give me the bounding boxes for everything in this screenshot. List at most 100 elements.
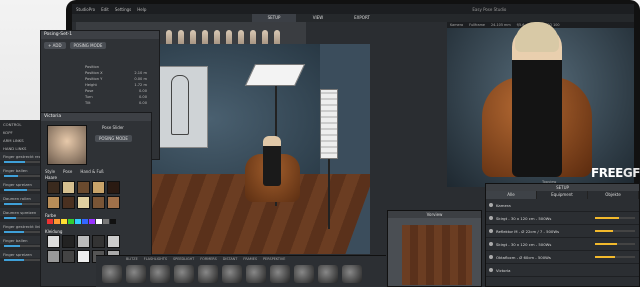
hair-option[interactable] [92, 181, 105, 194]
equipment-item[interactable] [342, 265, 362, 283]
equipment-item[interactable] [126, 265, 146, 283]
render-view[interactable]: Kamera Fullframe 24-105 mm f/5.6 1/250 I… [447, 22, 634, 187]
object-row[interactable]: Oktaflocm - Ø 60cm - 500Ws [486, 251, 639, 264]
add-button[interactable]: + ADD [44, 42, 66, 49]
mode-setup[interactable]: SETUP [252, 14, 296, 22]
control-slider[interactable] [4, 189, 43, 191]
eye-icon[interactable] [489, 216, 493, 220]
color-swatch[interactable] [110, 219, 116, 224]
top-view-panel[interactable]: Vorview [387, 210, 482, 287]
param-value[interactable]: 0.00 [139, 101, 147, 105]
tab-objects[interactable]: Objekte [588, 191, 639, 199]
equipment-tab[interactable]: BLITZE [126, 257, 138, 261]
equipment-item[interactable] [150, 265, 170, 283]
equipment-item[interactable] [198, 265, 218, 283]
mode-view[interactable]: VIEW [296, 14, 340, 22]
equipment-tab[interactable]: FORMERS [200, 257, 217, 261]
equipment-tab[interactable]: FLASHLIGHTS [144, 257, 167, 261]
param-value[interactable]: 2.10 m [134, 71, 147, 75]
tab-style[interactable]: Style [45, 169, 55, 174]
tab-all[interactable]: Alle [486, 191, 537, 199]
equipment-item[interactable] [174, 265, 194, 283]
param-value[interactable]: 1.72 m [134, 83, 147, 87]
hair-option[interactable] [77, 196, 90, 209]
object-row[interactable]: Victoria [486, 264, 639, 277]
clothing-option[interactable] [77, 235, 90, 248]
eye-icon[interactable] [489, 255, 493, 259]
menu-item-settings[interactable]: Settings [115, 7, 131, 12]
menu-item-edit[interactable]: Edit [101, 7, 109, 12]
clothing-option[interactable] [47, 235, 60, 248]
clothing-option[interactable] [92, 235, 105, 248]
object-row[interactable]: Reflektor M - Ø 22cm / 7 - 500Ws [486, 225, 639, 238]
clothing-option[interactable] [77, 250, 90, 263]
hair-option[interactable] [62, 196, 75, 209]
mode-export[interactable]: EXPORT [340, 14, 384, 22]
control-slider[interactable] [4, 203, 43, 205]
color-swatch[interactable] [82, 219, 88, 224]
menu-item-help[interactable]: Help [137, 7, 146, 12]
tab-equipment[interactable]: Equipment [537, 191, 588, 199]
equipment-item[interactable] [102, 265, 122, 283]
color-swatch[interactable] [54, 219, 60, 224]
hair-option[interactable] [107, 181, 120, 194]
control-slider[interactable] [4, 217, 43, 219]
pose-slider-label[interactable]: Pose Slider [93, 125, 133, 130]
color-swatch[interactable] [103, 219, 109, 224]
control-slider[interactable] [4, 161, 43, 163]
equipment-tab[interactable]: FRAMES [243, 257, 257, 261]
eye-icon[interactable] [489, 268, 493, 272]
tab-hand-foot[interactable]: Hand & Fuß [80, 169, 103, 174]
intensity-slider[interactable] [595, 230, 635, 232]
floor-plan[interactable] [402, 225, 472, 285]
hair-option[interactable] [62, 181, 75, 194]
hair-option[interactable] [92, 196, 105, 209]
hair-option[interactable] [47, 181, 60, 194]
hair-option[interactable] [47, 196, 60, 209]
object-row[interactable]: Skirgt - 30 x 120 cm - 500Ws [486, 238, 639, 251]
eye-icon[interactable] [489, 229, 493, 233]
color-swatch[interactable] [89, 219, 95, 224]
control-slider[interactable] [4, 175, 43, 177]
hair-option[interactable] [107, 196, 120, 209]
pose-skeleton-panel[interactable] [152, 66, 208, 148]
softbox-light[interactable] [244, 64, 306, 86]
color-swatch[interactable] [68, 219, 74, 224]
posing-mode-button[interactable]: POSING MODE [69, 42, 107, 49]
intensity-slider[interactable] [595, 243, 635, 245]
param-value[interactable]: 0.00 [139, 95, 147, 99]
equipment-tab[interactable]: SPEEDLIGHT [173, 257, 194, 261]
equipment-item[interactable] [270, 265, 290, 283]
equipment-item[interactable] [294, 265, 314, 283]
equipment-tab[interactable]: DISTANT [223, 257, 238, 261]
equipment-item[interactable] [318, 265, 338, 283]
eye-icon[interactable] [489, 203, 493, 207]
clothing-option[interactable] [107, 235, 120, 248]
color-swatch[interactable] [47, 219, 53, 224]
model-figure[interactable] [263, 136, 281, 186]
tab-pose[interactable]: Pose [63, 169, 72, 174]
equipment-tab[interactable]: PERSPEKTIVE [263, 257, 285, 261]
color-swatch[interactable] [75, 219, 81, 224]
clothing-option[interactable] [47, 250, 60, 263]
intensity-slider[interactable] [595, 217, 635, 219]
eye-icon[interactable] [489, 242, 493, 246]
object-row[interactable]: Skirgt - 30 x 120 cm - 500Ws [486, 212, 639, 225]
equipment-item[interactable] [246, 265, 266, 283]
control-slider[interactable] [4, 245, 43, 247]
control-slider[interactable] [4, 231, 43, 233]
clothing-option[interactable] [62, 250, 75, 263]
intensity-slider[interactable] [595, 256, 635, 258]
param-value[interactable]: 0.00 [139, 89, 147, 93]
color-swatch[interactable] [61, 219, 67, 224]
param-value[interactable]: 0.00 m [134, 77, 147, 81]
posing-mode-button[interactable]: POSING MODE [95, 135, 132, 142]
control-slider[interactable] [4, 259, 43, 261]
skeleton-figure[interactable] [171, 75, 189, 135]
equipment-item[interactable] [222, 265, 242, 283]
menu-item-app[interactable]: StudioPro [76, 7, 95, 12]
color-swatch[interactable] [96, 219, 102, 224]
object-row[interactable]: Kamera [486, 199, 639, 212]
hair-option[interactable] [77, 181, 90, 194]
striplight[interactable] [320, 89, 338, 159]
